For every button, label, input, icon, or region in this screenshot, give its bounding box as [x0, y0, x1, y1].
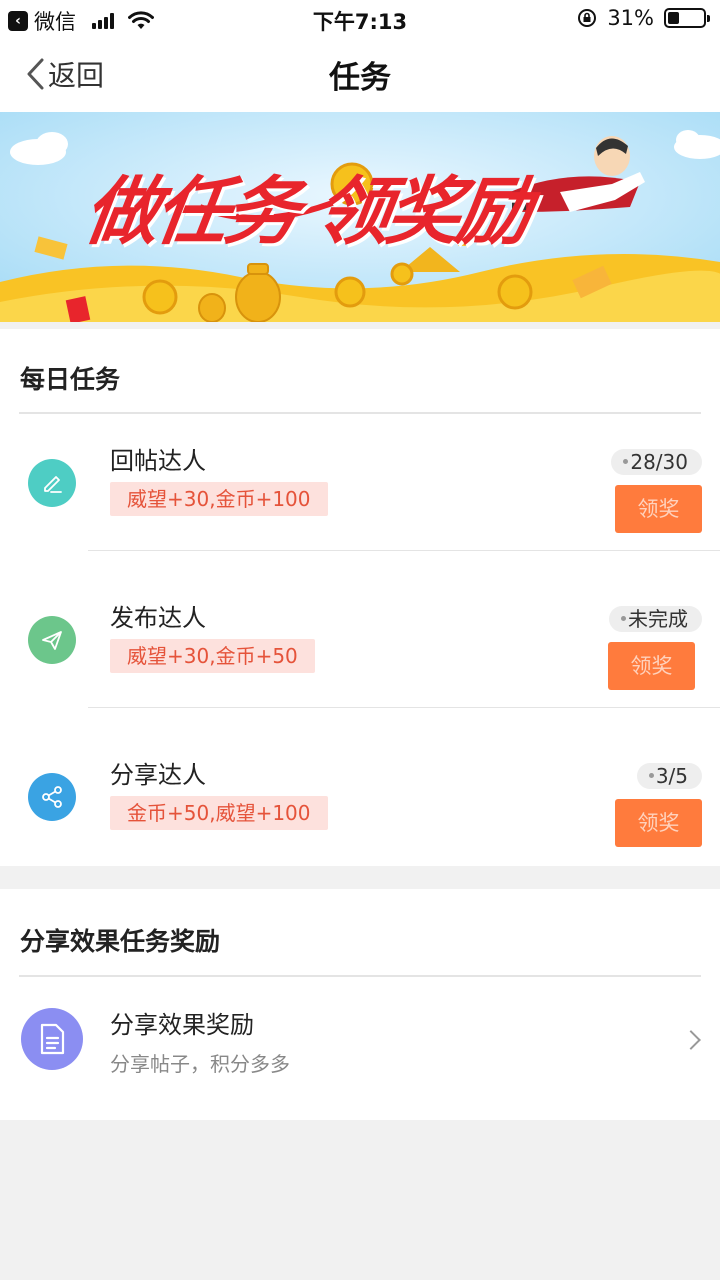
share-effect-card: 分享效果任务奖励 分享效果奖励 分享帖子，积分多多: [0, 889, 720, 1120]
task-name: 回帖达人: [110, 447, 206, 475]
share-icon: [28, 773, 76, 821]
task-row: 分享达人 金币+50,威望+100 3/5 领奖: [0, 727, 720, 883]
claim-reward-button[interactable]: 领奖: [615, 485, 702, 533]
section-title: 分享效果任务奖励: [20, 927, 221, 956]
task-progress: 未完成: [609, 606, 702, 632]
task-reward-badge: 威望+30,金币+50: [110, 639, 315, 673]
task-progress: 28/30: [611, 449, 702, 475]
daily-tasks-card: 每日任务 回帖达人 威望+30,金币+100 28/30 领奖 发布达人 威望+…: [0, 329, 720, 866]
task-reward-badge: 金币+50,威望+100: [110, 796, 328, 830]
task-reward-badge: 威望+30,金币+100: [110, 482, 328, 516]
divider: [88, 550, 720, 551]
section-title: 每日任务: [20, 365, 121, 394]
page-title: 任务: [329, 60, 391, 96]
task-row: 发布达人 威望+30,金币+50 未完成 领奖: [0, 570, 720, 726]
promo-banner[interactable]: 做任务 领奖励: [0, 112, 720, 322]
progress-dot: [621, 616, 626, 621]
battery-icon: [664, 8, 710, 28]
chevron-right-icon: [681, 1030, 701, 1050]
progress-dot: [623, 459, 629, 464]
task-row: 回帖达人 威望+30,金币+100 28/30 领奖: [0, 413, 720, 569]
paper-plane-icon: [28, 616, 76, 664]
rotation-lock-icon: [578, 9, 597, 27]
battery-percentage: 31%: [607, 6, 654, 30]
task-progress: 3/5: [636, 763, 702, 789]
banner-title: 做任务 领奖励: [79, 169, 533, 255]
navigation-bar: 返回 任务: [0, 36, 720, 112]
claim-reward-button[interactable]: 领奖: [608, 642, 695, 690]
progress-value: 未完成: [628, 607, 688, 631]
share-effect-reward-item[interactable]: 分享效果奖励 分享帖子，积分多多: [0, 977, 720, 1117]
claim-reward-button[interactable]: 领奖: [615, 799, 702, 847]
document-icon: [21, 1008, 83, 1070]
task-name: 分享达人: [110, 761, 206, 789]
task-name: 发布达人: [110, 604, 206, 632]
divider: [88, 707, 720, 708]
status-bar: ‹ 微信 下午7:13 31%: [0, 0, 720, 36]
progress-dot: [648, 773, 654, 778]
item-description: 分享帖子，积分多多: [110, 1052, 290, 1076]
battery-level-fill: [668, 12, 679, 24]
pencil-icon: [28, 459, 76, 507]
progress-value: 28/30: [630, 450, 688, 474]
progress-value: 3/5: [655, 764, 688, 788]
item-title: 分享效果奖励: [110, 1011, 254, 1039]
